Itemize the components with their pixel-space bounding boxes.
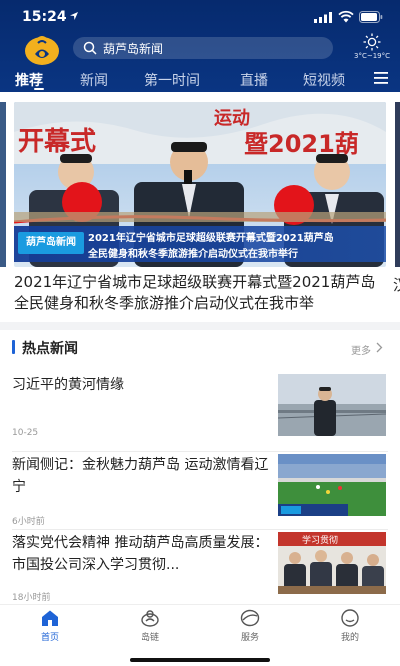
svg-text:开幕式: 开幕式 bbox=[18, 127, 96, 157]
news-title: 新闻侧记：金秋魅力葫芦岛 运动激情看辽宁 bbox=[12, 457, 269, 495]
news-title: 习近平的黄河情缘 bbox=[12, 377, 124, 393]
location-arrow-icon bbox=[70, 12, 78, 20]
news-thumbnail: 学习贯彻 bbox=[278, 532, 386, 594]
status-bar: 15:24 bbox=[0, 0, 400, 34]
search-text: 葫芦岛新闻 bbox=[103, 42, 164, 56]
search-icon bbox=[83, 41, 97, 55]
battery-icon bbox=[359, 11, 383, 23]
channel-nav: 推荐 新闻 第一时间 直播 短视频 bbox=[0, 66, 400, 92]
news-thumbnail bbox=[278, 374, 386, 436]
tab-short-video[interactable]: 短视频 bbox=[303, 70, 345, 90]
svg-text:暨2021葫: 暨2021葫 bbox=[244, 130, 359, 158]
headline-image[interactable]: 开幕式 暨2021葫 运动 葫芦岛新闻 2021年辽宁省城市足球超级联赛开幕式暨… bbox=[14, 102, 386, 267]
tab-label: 首页 bbox=[40, 633, 59, 643]
island-link-icon bbox=[141, 610, 159, 627]
search-input[interactable]: 葫芦岛新闻 bbox=[73, 37, 333, 59]
next-slide-peek[interactable] bbox=[395, 102, 400, 267]
tab-label: 我的 bbox=[340, 633, 359, 643]
headline-title[interactable]: 2021年辽宁省城市足球超级联赛开幕式暨2021葫芦岛全民健身和秋冬季旅游推介启… bbox=[14, 272, 386, 314]
wifi-icon bbox=[338, 10, 354, 23]
news-date: 6小时前 bbox=[12, 517, 45, 527]
tab-service[interactable]: 服务 bbox=[220, 609, 280, 649]
weather-widget[interactable]: 3°C~19°C bbox=[350, 33, 394, 63]
tab-island-link[interactable]: 岛链 bbox=[120, 609, 180, 649]
service-icon bbox=[240, 609, 260, 627]
news-thumbnail bbox=[278, 454, 386, 516]
headline-carousel[interactable]: 汉 开幕式 暨2021葫 运动 bbox=[0, 92, 400, 322]
tab-news[interactable]: 新闻 bbox=[80, 70, 108, 90]
hot-news-title: 热点新闻 bbox=[22, 341, 78, 357]
signal-icon bbox=[314, 12, 332, 23]
tab-label: 服务 bbox=[240, 633, 259, 643]
tab-label: 岛链 bbox=[140, 633, 159, 643]
sun-icon bbox=[363, 33, 381, 51]
caption-line-1: 2021年辽宁省城市足球超级联赛开幕式暨2021葫芦岛 bbox=[88, 233, 334, 244]
home-indicator[interactable] bbox=[130, 658, 270, 662]
image-caption-bar: 葫芦岛新闻 2021年辽宁省城市足球超级联赛开幕式暨2021葫芦岛 全民健身和秋… bbox=[14, 226, 386, 262]
tab-recommend[interactable]: 推荐 bbox=[15, 70, 43, 90]
app-root: 15:24 葫芦岛新闻 3°C~19°C 推荐 新闻 第一时间 直播 短视频 开… bbox=[0, 0, 400, 666]
home-icon bbox=[42, 610, 58, 626]
more-link[interactable]: 更多 bbox=[351, 342, 371, 357]
previous-slide-peek[interactable] bbox=[0, 102, 6, 267]
svg-text:运动: 运动 bbox=[214, 108, 250, 129]
news-item[interactable]: 习近平的黄河情缘 10-25 bbox=[0, 374, 400, 458]
divider bbox=[12, 451, 388, 452]
huludao-logo-icon[interactable] bbox=[22, 32, 62, 66]
news-date: 18小时前 bbox=[12, 593, 51, 603]
section-accent-bar bbox=[12, 340, 15, 354]
tab-home[interactable]: 首页 bbox=[20, 609, 80, 649]
divider bbox=[12, 529, 388, 530]
news-date: 10-25 bbox=[12, 428, 39, 438]
news-item[interactable]: 新闻侧记：金秋魅力葫芦岛 运动激情看辽宁 6小时前 bbox=[0, 454, 400, 538]
active-tab-indicator bbox=[34, 88, 44, 90]
tab-first-time[interactable]: 第一时间 bbox=[144, 70, 200, 90]
hamburger-menu-icon[interactable] bbox=[374, 72, 388, 84]
app-header: 15:24 葫芦岛新闻 3°C~19°C 推荐 新闻 第一时间 直播 短视频 bbox=[0, 0, 400, 92]
hot-news-header: 热点新闻 更多 bbox=[0, 330, 400, 364]
weather-temperature: 3°C~19°C bbox=[353, 52, 390, 60]
bottom-tab-bar: 首页 岛链 服务 我的 bbox=[0, 604, 400, 666]
next-slide-title-peek: 汉 bbox=[393, 274, 400, 295]
status-time: 15:24 bbox=[22, 9, 67, 25]
caption-line-2: 全民健身和秋冬季旅游推介启动仪式在我市举行 bbox=[88, 249, 298, 260]
tab-live[interactable]: 直播 bbox=[240, 70, 268, 90]
caption-channel-logo: 葫芦岛新闻 bbox=[18, 232, 84, 254]
tab-profile[interactable]: 我的 bbox=[320, 609, 380, 649]
chevron-right-icon[interactable] bbox=[375, 342, 383, 353]
hot-news-section: 热点新闻 更多 习近平的黄河情缘 10-25 新闻侧记：金秋魅力葫芦岛 运动激情… bbox=[0, 330, 400, 604]
news-title: 落实党代会精神 推动葫芦岛高质量发展：市国投公司深入学习贯彻... bbox=[12, 535, 269, 573]
svg-text:学习贯彻: 学习贯彻 bbox=[302, 534, 338, 546]
profile-icon bbox=[341, 609, 359, 627]
